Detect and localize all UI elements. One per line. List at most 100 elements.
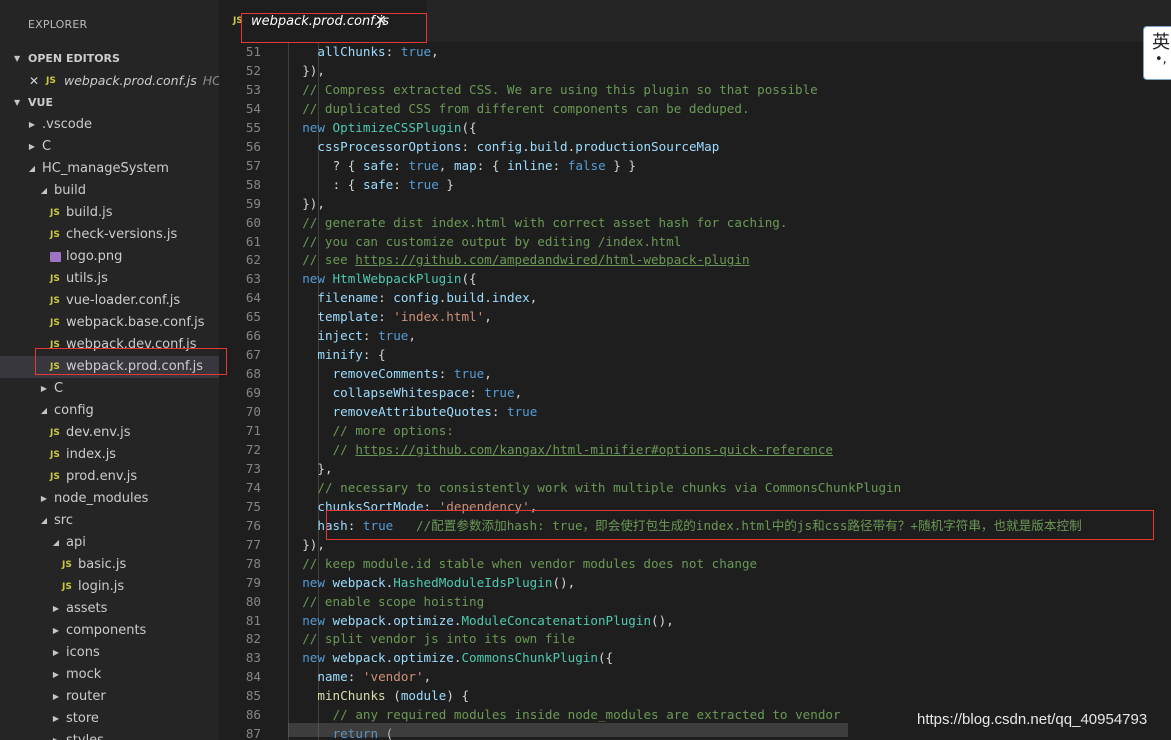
- line-number: 60: [245, 214, 261, 230]
- code-text: // split vendor js into its own file: [302, 629, 575, 648]
- code-line: 75 chunksSortMode: 'dependency',: [219, 497, 1171, 516]
- tree-item[interactable]: ◢ config: [0, 400, 219, 422]
- chevron-right-icon: ▶: [52, 604, 60, 613]
- code-token: OptimizeCSSPlugin: [332, 119, 462, 135]
- code-token: true: [507, 404, 538, 420]
- chevron-down-icon: ◢: [40, 516, 48, 525]
- code-token: }),: [302, 195, 325, 211]
- code-line: 70 removeAttributeQuotes: true: [219, 402, 1171, 421]
- line-number: 82: [245, 631, 261, 647]
- code-line: 81 new webpack.optimize.ModuleConcatenati…: [219, 611, 1171, 630]
- line-number: 56: [245, 138, 261, 154]
- code-line: 84 name: 'vendor',: [219, 667, 1171, 686]
- code-token: 'vendor': [362, 669, 424, 685]
- code-line: 63 new HtmlWebpackPlugin({: [219, 269, 1171, 288]
- tree-item[interactable]: JS webpack.prod.conf.js: [0, 356, 219, 378]
- code-token: // split vendor js into its own file: [302, 631, 576, 647]
- tree-item[interactable]: ▶ styles: [0, 730, 219, 740]
- tree-item[interactable]: JS utils.js: [0, 268, 219, 290]
- code-text: // Compress extracted CSS. We are using …: [302, 80, 818, 99]
- js-file-icon: JS: [50, 450, 60, 460]
- tree-item[interactable]: ◢ api: [0, 532, 219, 554]
- code-token: .: [484, 290, 492, 306]
- code-line: 53 // Compress extracted CSS. We are usin…: [219, 80, 1171, 99]
- tree-item-label: webpack.base.conf.js: [66, 315, 205, 330]
- js-file-icon: JS: [50, 230, 60, 240]
- tree-item[interactable]: JS build.js: [0, 202, 219, 224]
- code-token: minify: [317, 347, 363, 363]
- workspace-header[interactable]: ▼ VUE: [0, 92, 219, 114]
- tree-item[interactable]: ▶ router: [0, 686, 219, 708]
- code-token: productionSourceMap: [575, 138, 720, 154]
- code-text: // https://github.com/kangax/html-minifi…: [333, 440, 833, 459]
- code-line: 52}),: [219, 61, 1171, 80]
- ime-indicator[interactable]: 英 •,: [1143, 26, 1171, 80]
- code-text: template: 'index.html',: [317, 307, 491, 326]
- code-token: 'index.html': [393, 309, 485, 325]
- tree-item[interactable]: JS vue-loader.conf.js: [0, 290, 219, 312]
- tree-item[interactable]: ▶ C: [0, 136, 219, 158]
- tree-item-label: assets: [66, 601, 108, 616]
- close-icon[interactable]: ✕: [375, 13, 387, 29]
- code-token: name: [317, 669, 348, 685]
- tree-item[interactable]: ▶ assets: [0, 598, 219, 620]
- watermark-text: https://blog.csdn.net/qq_40954793: [917, 711, 1148, 728]
- tree-item[interactable]: logo.png: [0, 246, 219, 268]
- tree-item[interactable]: JS check-versions.js: [0, 224, 219, 246]
- line-number: 65: [245, 309, 261, 325]
- close-icon[interactable]: ✕: [29, 70, 39, 92]
- tree-item[interactable]: JS basic.js: [0, 554, 219, 576]
- tree-item-label: prod.env.js: [66, 469, 138, 484]
- horizontal-scrollbar[interactable]: [288, 723, 848, 737]
- line-number: 67: [245, 347, 261, 363]
- tree-item[interactable]: ▶ node_modules: [0, 488, 219, 510]
- line-number: 77: [245, 536, 261, 552]
- code-token: // keep module.id stable when vendor mod…: [302, 555, 758, 571]
- tree-item[interactable]: JS login.js: [0, 576, 219, 598]
- code-text: minChunks (module) {: [317, 686, 469, 705]
- code-editor[interactable]: 51 allChunks: true, 52}), 53// Compress ext…: [219, 42, 1171, 740]
- code-line: 85 minChunks (module) {: [219, 686, 1171, 705]
- tree-item[interactable]: ◢ HC_manageSystem: [0, 158, 219, 180]
- line-number: 78: [245, 555, 261, 571]
- tree-item[interactable]: ▶ C: [0, 378, 219, 400]
- code-line: 66 inject: true,: [219, 326, 1171, 345]
- tree-item[interactable]: ▶ store: [0, 708, 219, 730]
- code-token: :: [393, 157, 409, 173]
- open-editor-item[interactable]: ✕ JS webpack.prod.conf.js HC_...: [0, 70, 219, 92]
- tree-item[interactable]: JS index.js: [0, 444, 219, 466]
- js-file-icon: JS: [233, 16, 243, 26]
- tree-item[interactable]: ▶ icons: [0, 642, 219, 664]
- tree-item[interactable]: ▶ components: [0, 620, 219, 642]
- tree-item[interactable]: JS prod.env.js: [0, 466, 219, 488]
- tree-item[interactable]: JS webpack.base.conf.js: [0, 312, 219, 334]
- code-token: ,: [484, 309, 492, 325]
- code-text: new HtmlWebpackPlugin({: [302, 269, 476, 288]
- line-number: 63: [245, 271, 261, 287]
- line-number: 72: [245, 441, 261, 457]
- code-token: :: [347, 517, 363, 533]
- tree-item[interactable]: ◢ build: [0, 180, 219, 202]
- tree-item-label: login.js: [78, 579, 125, 594]
- code-text: // generate dist index.html with correct…: [302, 213, 787, 232]
- js-file-icon: JS: [50, 472, 60, 482]
- tree-item[interactable]: ▶ .vscode: [0, 114, 219, 136]
- code-line: 65 template: 'index.html',: [219, 307, 1171, 326]
- js-file-icon: JS: [50, 296, 60, 306]
- explorer-title: EXPLORER: [28, 18, 88, 31]
- code-token: // necessary to consistently work with m…: [317, 479, 902, 495]
- image-file-icon: [50, 252, 61, 262]
- code-text: }),: [302, 61, 325, 80]
- code-token: // more options:: [332, 423, 454, 438]
- code-line: 61 // you can customize output by editing…: [219, 232, 1171, 251]
- tree-item[interactable]: JS webpack.dev.conf.js: [0, 334, 219, 356]
- open-editors-header[interactable]: ▼ OPEN EDITORS: [0, 48, 219, 70]
- open-editors-label: OPEN EDITORS: [28, 52, 120, 65]
- tab-webpack-prod-conf[interactable]: JS webpack.prod.conf.js ✕: [219, 0, 427, 42]
- code-token: .: [522, 138, 530, 154]
- tree-item[interactable]: ▶ mock: [0, 664, 219, 686]
- tree-item[interactable]: ◢ src: [0, 510, 219, 532]
- chevron-right-icon: ▶: [51, 730, 61, 740]
- tree-item[interactable]: JS dev.env.js: [0, 422, 219, 444]
